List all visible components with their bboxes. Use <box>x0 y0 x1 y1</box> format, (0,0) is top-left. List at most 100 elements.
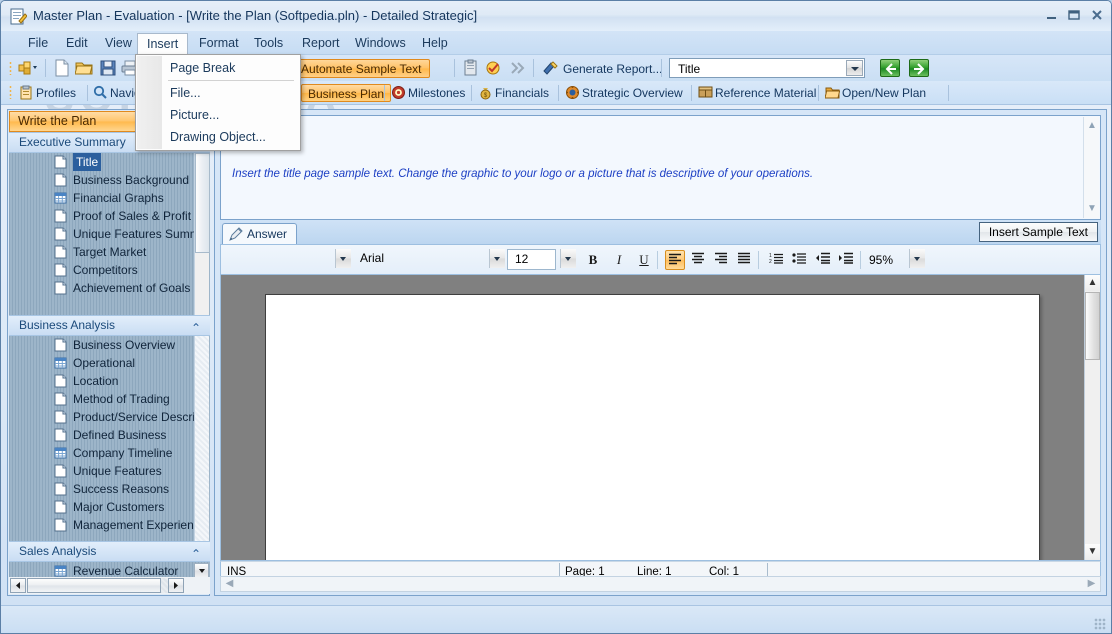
document-editor[interactable]: ▲ ▼ <box>220 274 1101 561</box>
chevron-down-icon[interactable] <box>909 249 925 268</box>
automate-sample-text-button[interactable]: Automate Sample Text <box>293 59 430 78</box>
list-item[interactable]: Location <box>9 372 210 390</box>
editor-horizontal-scrollbar[interactable]: ◀ ▶ <box>220 576 1101 592</box>
save-disk-icon[interactable] <box>99 59 117 77</box>
font-combo[interactable]: Arial <box>353 249 505 270</box>
hscroll-thumb[interactable] <box>27 578 161 593</box>
hscroll-left-button[interactable] <box>10 578 26 593</box>
list-item[interactable]: Title <box>9 153 210 171</box>
scroll-up-icon[interactable]: ▲ <box>1085 275 1100 291</box>
navtab-profiles[interactable]: Profiles <box>19 84 76 102</box>
list-item[interactable]: Method of Trading <box>9 390 210 408</box>
chevron-down-icon[interactable] <box>335 249 351 268</box>
menu-item-drawing-object[interactable]: Drawing Object... <box>162 126 299 148</box>
menu-item-page-break[interactable]: Page Break <box>162 57 299 79</box>
menu-view[interactable]: View <box>96 33 141 54</box>
navtab-milestones[interactable]: Milestones <box>391 84 465 102</box>
menu-edit[interactable]: Edit <box>57 33 97 54</box>
resize-grip[interactable] <box>1094 618 1106 630</box>
chevron-down-icon[interactable] <box>846 60 863 76</box>
menu-item-picture[interactable]: Picture... <box>162 104 299 126</box>
blocks-dropdown-icon[interactable] <box>17 59 37 77</box>
bold-button[interactable]: B <box>583 250 603 270</box>
minimize-button[interactable] <box>1041 9 1061 25</box>
list-item[interactable]: Management Experience <box>9 516 210 534</box>
list-item[interactable]: Business Overview <box>9 336 210 354</box>
maximize-button[interactable] <box>1064 9 1084 25</box>
list-item[interactable]: Competitors <box>9 261 210 279</box>
list-item[interactable]: Business Background <box>9 171 210 189</box>
font-size-dropdown[interactable] <box>556 249 576 270</box>
generate-report-button[interactable]: Generate Report... <box>563 60 662 78</box>
navtab-open-new-plan[interactable]: Open/New Plan <box>824 84 926 102</box>
numbered-list-button[interactable]: 12 <box>766 250 786 270</box>
editor-vertical-scrollbar[interactable]: ▲ ▼ <box>1084 275 1100 560</box>
open-folder-icon[interactable] <box>74 59 93 77</box>
nav-forward-button[interactable] <box>909 59 929 77</box>
sidebar-group-sales-analysis[interactable]: Sales Analysis ⌃ <box>9 541 210 562</box>
hscroll-left-icon[interactable]: ◀ <box>222 577 237 591</box>
chevron-down-icon[interactable] <box>560 249 576 268</box>
tree-scroll-down-button[interactable] <box>194 563 209 578</box>
fast-forward-icon[interactable] <box>509 59 527 77</box>
insert-sample-text-button[interactable]: Insert Sample Text <box>978 222 1098 242</box>
navtab-financials[interactable]: $ Financials <box>478 84 549 102</box>
indent-button[interactable] <box>835 250 855 270</box>
chevron-down-icon[interactable] <box>489 249 505 268</box>
menu-report[interactable]: Report <box>293 33 349 54</box>
menu-help[interactable]: Help <box>413 33 457 54</box>
hscroll-right-icon[interactable]: ▶ <box>1084 577 1099 591</box>
tab-answer[interactable]: Answer <box>222 223 298 244</box>
hscroll-right-button[interactable] <box>168 578 184 593</box>
navtab-strategic-overview[interactable]: Strategic Overview <box>565 84 683 102</box>
list-item[interactable]: Success Reasons <box>9 480 210 498</box>
align-left-button[interactable] <box>665 250 685 270</box>
list-item[interactable]: Target Market <box>9 243 210 261</box>
menu-format[interactable]: Format <box>190 33 248 54</box>
menu-windows[interactable]: Windows <box>346 33 415 54</box>
align-right-button[interactable] <box>711 250 731 270</box>
bullet-list-button[interactable] <box>789 250 809 270</box>
sidebar-group-business-analysis[interactable]: Business Analysis ⌃ <box>9 315 210 336</box>
section-combo[interactable]: Title <box>669 58 865 78</box>
align-center-button[interactable] <box>688 250 708 270</box>
list-item[interactable]: Company Timeline <box>9 444 210 462</box>
list-item[interactable]: Defined Business <box>9 426 210 444</box>
list-item[interactable]: Unique Features <box>9 462 210 480</box>
list-item[interactable]: Achievement of Goals <box>9 279 210 297</box>
question-scrollbar[interactable]: ▲ ▼ <box>1083 117 1099 218</box>
document-page[interactable] <box>265 294 1040 560</box>
align-justify-button[interactable] <box>734 250 754 270</box>
tree-scrollbar-2[interactable] <box>194 336 209 541</box>
style-combo[interactable] <box>223 249 351 270</box>
sidebar-horizontal-scrollbar[interactable] <box>9 577 210 594</box>
spellcheck-icon[interactable] <box>485 59 503 77</box>
list-item[interactable]: Major Customers <box>9 498 210 516</box>
close-button[interactable] <box>1087 9 1107 25</box>
toolbar-grip[interactable] <box>9 61 12 75</box>
list-item[interactable]: Unique Features Summary <box>9 225 210 243</box>
outdent-button[interactable] <box>812 250 832 270</box>
font-size-combo[interactable]: 12 <box>507 249 556 270</box>
editor-scroll-thumb[interactable] <box>1085 292 1100 360</box>
menu-item-file[interactable]: File... <box>162 82 299 104</box>
navtab-business-plan[interactable]: Business Plan <box>301 84 392 102</box>
list-item[interactable]: Product/Service Descrip <box>9 408 210 426</box>
nav-back-button[interactable] <box>880 59 900 77</box>
tree-scroll-thumb[interactable] <box>195 153 210 253</box>
new-document-icon[interactable] <box>53 59 71 77</box>
report-wizard-icon[interactable] <box>542 59 560 77</box>
menu-insert[interactable]: Insert <box>137 33 189 54</box>
italic-button[interactable]: I <box>609 250 629 270</box>
scroll-up-icon[interactable]: ▲ <box>1086 120 1098 132</box>
list-item[interactable]: Financial Graphs <box>9 189 210 207</box>
navbar-grip[interactable] <box>9 85 12 99</box>
list-item[interactable]: Operational <box>9 354 210 372</box>
tree-scrollbar-1[interactable] <box>194 153 210 315</box>
underline-button[interactable]: U <box>634 250 654 270</box>
clipboard-icon[interactable] <box>462 59 480 77</box>
menu-tools[interactable]: Tools <box>245 33 292 54</box>
list-item[interactable]: Proof of Sales & Profit <box>9 207 210 225</box>
scroll-down-icon[interactable]: ▼ <box>1085 544 1100 560</box>
scroll-down-icon[interactable]: ▼ <box>1086 203 1098 215</box>
